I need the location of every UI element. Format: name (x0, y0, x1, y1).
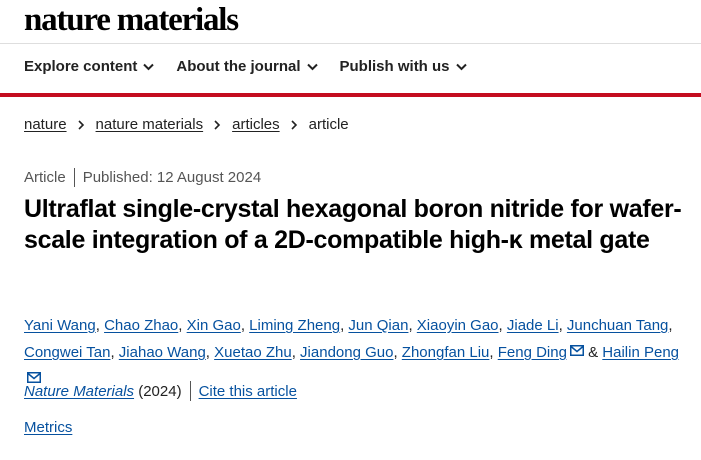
author-link[interactable]: Congwei Tan (24, 344, 110, 361)
accent-bar (0, 93, 701, 97)
meta-divider (73, 168, 75, 187)
author-link[interactable]: Xuetao Zhu (214, 344, 292, 361)
journal-year: (2024) (138, 382, 182, 400)
breadcrumb-current: article (308, 116, 349, 133)
article-meta: Article Published: 12 August 2024 (24, 168, 261, 187)
author-link[interactable]: Jun Qian (348, 317, 408, 334)
metrics-link[interactable]: Metrics (24, 419, 72, 436)
journal-divider (189, 381, 191, 401)
author-link[interactable]: Jiahao Wang (119, 344, 206, 361)
journal-link[interactable]: Nature Materials (24, 383, 134, 400)
breadcrumb-nature[interactable]: nature (24, 116, 67, 133)
author-link[interactable]: Jiade Li (507, 317, 559, 334)
author-link[interactable]: Liming Zheng (249, 317, 340, 334)
cite-article-link[interactable]: Cite this article (199, 383, 297, 400)
mail-icon[interactable] (569, 345, 584, 356)
chevron-down-icon (455, 63, 467, 70)
author-joiner: & (588, 344, 599, 361)
breadcrumb-articles[interactable]: articles (232, 116, 280, 133)
article-type: Article (24, 169, 66, 186)
nav-item-label: About the journal (176, 58, 301, 75)
nav-publish-with-us[interactable]: Publish with us (340, 58, 467, 75)
chevron-right-icon (214, 119, 221, 130)
breadcrumb-nature-materials[interactable]: nature materials (96, 116, 204, 133)
author-link[interactable]: Xin Gao (187, 317, 241, 334)
chevron-right-icon (77, 119, 84, 130)
author-link[interactable]: Junchuan Tang (567, 317, 668, 334)
author-link[interactable]: Jiandong Guo (300, 344, 393, 361)
journal-info: Nature Materials (2024) Cite this articl… (24, 381, 297, 401)
chevron-right-icon (291, 119, 297, 130)
author-link[interactable]: Chao Zhao (104, 317, 178, 334)
breadcrumb: nature nature materials articles article (24, 116, 349, 133)
author-link[interactable]: Xiaoyin Gao (417, 317, 499, 334)
author-link[interactable]: Yani Wang (24, 317, 96, 334)
chevron-down-icon (143, 63, 155, 70)
nav-item-label: Publish with us (339, 58, 450, 75)
published-date: Published: 12 August 2024 (82, 169, 262, 186)
journal-name: Nature Materials (24, 382, 135, 400)
nav-explore-content[interactable]: Explore content (24, 58, 155, 75)
nav-item-label: Explore content (24, 58, 138, 75)
main-nav: Explore content About the journal Publis… (24, 58, 489, 75)
nav-about-journal[interactable]: About the journal (176, 58, 318, 75)
author-link[interactable]: Feng Ding (498, 344, 567, 361)
author-link[interactable]: Zhongfan Liu (402, 344, 490, 361)
chevron-down-icon (306, 63, 318, 70)
author-link[interactable]: Hailin Peng (602, 344, 679, 361)
site-logo[interactable]: nature materials (24, 2, 239, 39)
metrics-section: Metrics (24, 419, 72, 436)
header-divider (0, 43, 701, 44)
article-title: Ultraflat single-crystal hexagonal boron… (24, 195, 682, 254)
